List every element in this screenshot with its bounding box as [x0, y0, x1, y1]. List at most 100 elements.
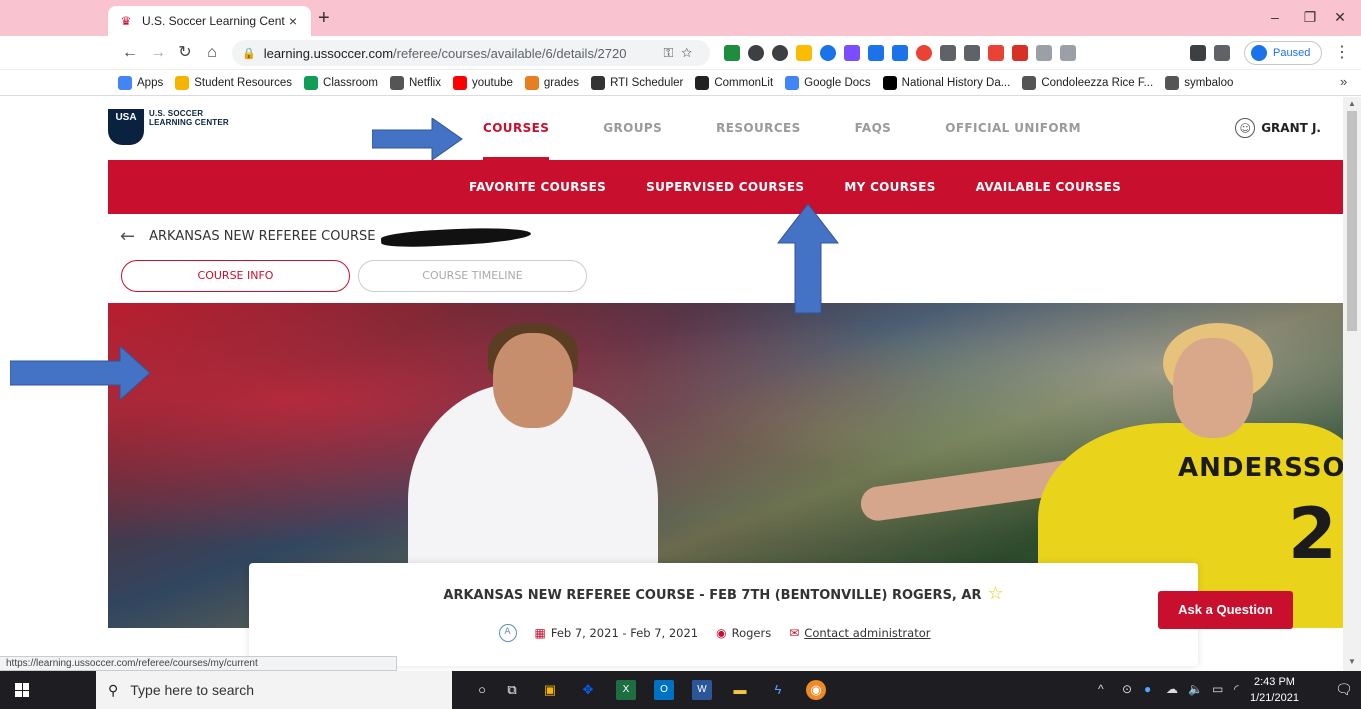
meet-now-icon[interactable]: ⊙ — [1122, 682, 1132, 696]
bookmark-item[interactable]: Apps — [118, 75, 164, 90]
ussoccer-logo[interactable]: USA U.S. SOCCER LEARNING CENTER — [108, 109, 229, 145]
start-button[interactable] — [0, 671, 44, 709]
bookmark-icon — [1165, 75, 1180, 90]
outlook-icon[interactable]: O — [654, 680, 674, 700]
task-view-icon[interactable]: ⧉ — [502, 680, 522, 700]
bookmark-label: Student Resources — [194, 76, 293, 89]
bookmark-item[interactable]: symbaloo — [1165, 75, 1233, 90]
back-arrow-icon[interactable]: ← — [120, 226, 135, 247]
back-arrow-icon[interactable]: ← — [119, 42, 141, 64]
bookmark-item[interactable]: grades — [524, 75, 579, 90]
clock-date: 1/21/2021 — [1250, 692, 1299, 704]
bookmark-item[interactable]: Student Resources — [175, 75, 293, 90]
bookmark-item[interactable]: RTI Scheduler — [591, 75, 683, 90]
reload-icon[interactable]: ↻ — [174, 42, 196, 64]
home-icon[interactable]: ⌂ — [201, 42, 223, 64]
bookmark-item[interactable]: Classroom — [304, 75, 378, 90]
screen: ♛ U.S. Soccer Learning Center × + – ❐ ✕ … — [0, 0, 1361, 709]
ask-a-question-button[interactable]: Ask a Question — [1158, 591, 1293, 629]
extension-icon[interactable] — [916, 45, 932, 61]
nav-faqs[interactable]: FAQS — [855, 97, 892, 160]
subnav-favorite-courses[interactable]: FAVORITE COURSES — [469, 160, 606, 214]
bookmark-item[interactable]: Netflix — [390, 75, 441, 90]
main-nav: COURSES GROUPS RESOURCES FAQS OFFICIAL UNIFO… — [483, 97, 1135, 160]
bookmarks-more-icon[interactable]: » — [1340, 74, 1347, 89]
scroll-up-icon[interactable]: ▲ — [1348, 99, 1356, 108]
scroll-down-icon[interactable]: ▼ — [1348, 657, 1356, 666]
chrome-icon[interactable]: ◉ — [806, 680, 826, 700]
onedrive-icon[interactable]: ☁ — [1166, 682, 1178, 696]
word-icon[interactable]: W — [692, 680, 712, 700]
extension-icon[interactable] — [1036, 45, 1052, 61]
favorite-star-icon[interactable]: ☆ — [987, 583, 1003, 604]
bookmark-label: Apps — [137, 76, 164, 89]
scroll-thumb[interactable] — [1347, 111, 1357, 331]
store-icon[interactable]: ▣ — [540, 680, 560, 700]
volume-icon[interactable]: 🔈 — [1188, 682, 1203, 696]
extension-icon[interactable] — [820, 45, 836, 61]
tab-course-timeline[interactable]: COURSE TIMELINE — [358, 260, 587, 292]
power-automate-icon[interactable]: ϟ — [768, 680, 788, 700]
extension-icon[interactable] — [892, 45, 908, 61]
nav-groups[interactable]: GROUPS — [603, 97, 662, 160]
extension-icon[interactable] — [844, 45, 860, 61]
logo-line-2: LEARNING CENTER — [149, 118, 229, 127]
forward-arrow-icon[interactable]: → — [147, 42, 169, 64]
dropbox-icon[interactable]: ✥ — [578, 680, 598, 700]
tab-close-icon[interactable]: × — [285, 13, 301, 29]
taskbar-search-box[interactable]: ⚲ Type here to search — [96, 671, 452, 709]
extension-icon[interactable] — [1060, 45, 1076, 61]
cortana-icon[interactable]: ○ — [472, 680, 492, 700]
subnav-my-courses[interactable]: MY COURSES — [844, 160, 935, 214]
new-tab-button[interactable]: + — [318, 8, 330, 28]
course-dates: Feb 7, 2021 - Feb 7, 2021 — [550, 626, 699, 640]
excel-icon[interactable]: X — [616, 680, 636, 700]
page-scrollbar[interactable]: ▲ ▼ — [1343, 97, 1361, 671]
browser-tab[interactable]: ♛ U.S. Soccer Learning Center × — [108, 6, 311, 36]
bookmark-item[interactable]: Condoleezza Rice F... — [1022, 75, 1153, 90]
cast-icon[interactable] — [1214, 45, 1230, 61]
contact-administrator-link[interactable]: Contact administrator — [804, 626, 930, 640]
nav-official-uniform[interactable]: OFFICIAL UNIFORM — [945, 97, 1081, 160]
bookmark-item[interactable]: youtube — [452, 75, 513, 90]
system-clock[interactable]: 2:43 PM 1/21/2021 — [1250, 674, 1299, 706]
bookmark-item[interactable]: CommonLit — [695, 75, 774, 90]
bookmark-item[interactable]: National History Da... — [882, 75, 1010, 90]
show-hidden-icons[interactable]: ^ — [1098, 682, 1104, 696]
qr-code-icon[interactable] — [940, 45, 956, 61]
extension-icon[interactable] — [796, 45, 812, 61]
puzzle-extensions-icon[interactable] — [1190, 45, 1206, 61]
notification-center-icon[interactable]: 🗨 — [1335, 681, 1353, 698]
wifi-icon[interactable]: ◜ — [1234, 682, 1239, 696]
breadcrumb: ← ARKANSAS NEW REFEREE COURSE — [120, 224, 532, 249]
user-menu[interactable]: ☺ GRANT J. — [1235, 118, 1321, 138]
extension-icon[interactable] — [772, 45, 788, 61]
bookmark-item[interactable]: Google Docs — [785, 75, 871, 90]
calendar-icon: ▦ — [534, 626, 546, 640]
profile-paused-button[interactable]: Paused — [1244, 41, 1322, 65]
file-explorer-icon[interactable]: ▬ — [730, 680, 750, 700]
lock-icon: 🔒 — [242, 47, 256, 60]
key-star-icons[interactable]: ⚿☆ — [663, 45, 700, 61]
extension-icon[interactable] — [1012, 45, 1028, 61]
nav-courses[interactable]: COURSES — [483, 97, 550, 160]
nav-resources[interactable]: RESOURCES — [716, 97, 801, 160]
url-path: /referee/courses/available/6/details/272… — [393, 45, 627, 61]
extension-icon[interactable] — [964, 45, 980, 61]
menu-kebab-icon[interactable]: ⋮ — [1334, 42, 1350, 62]
address-bar[interactable]: 🔒 learning.ussoccer.com/referee/courses/… — [232, 40, 710, 66]
usa-shield-icon: USA — [108, 109, 144, 145]
extension-icon[interactable] — [724, 45, 740, 61]
extension-icon[interactable] — [868, 45, 884, 61]
close-window-button[interactable]: ✕ — [1320, 6, 1360, 28]
battery-icon[interactable]: ▭ — [1212, 682, 1223, 696]
extension-icon[interactable] — [748, 45, 764, 61]
tab-course-info[interactable]: COURSE INFO — [121, 260, 350, 292]
course-location: Rogers — [731, 626, 772, 640]
annotation-arrow-up — [776, 203, 840, 314]
extension-icon[interactable] — [988, 45, 1004, 61]
minimize-button[interactable]: – — [1255, 6, 1295, 28]
subnav-available-courses[interactable]: AVAILABLE COURSES — [976, 160, 1121, 214]
bookmark-label: CommonLit — [714, 76, 774, 89]
security-icon[interactable]: ● — [1144, 682, 1151, 696]
